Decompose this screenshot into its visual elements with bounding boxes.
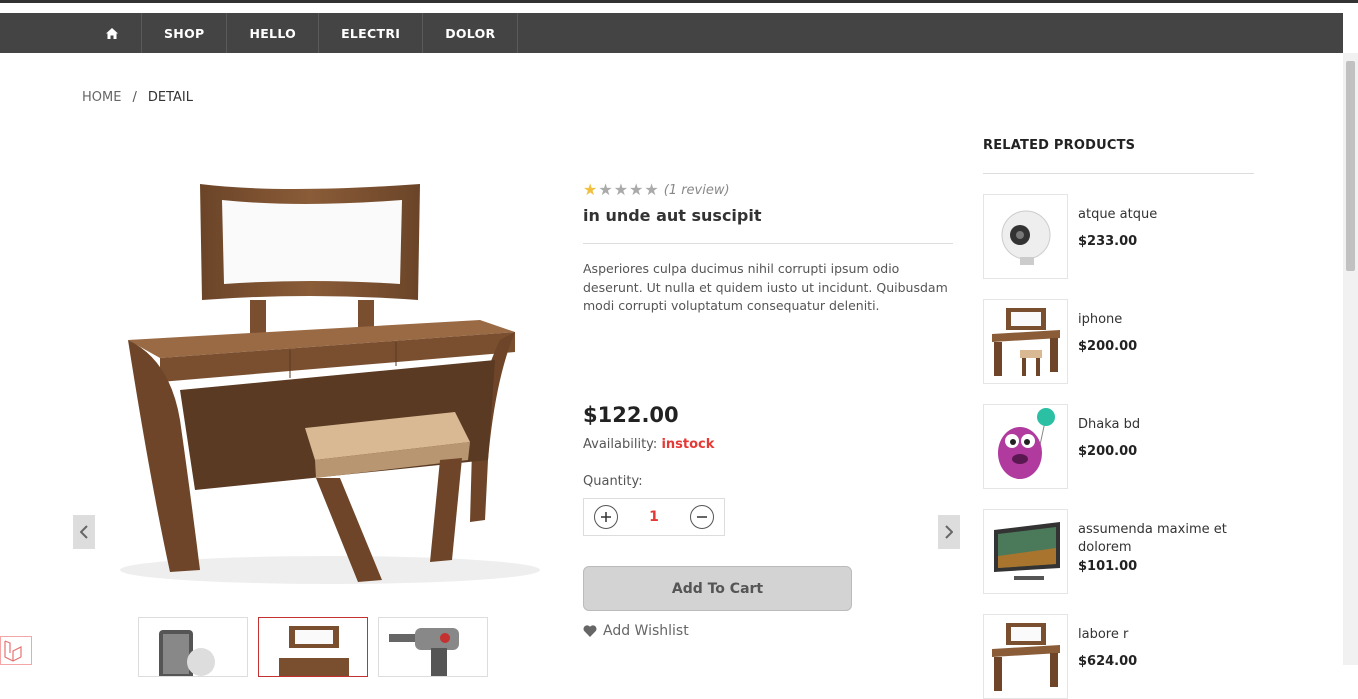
gallery-next-button[interactable]: [938, 515, 960, 549]
scrollbar-thumb[interactable]: [1346, 61, 1355, 271]
related-item-name[interactable]: atque atque: [1078, 206, 1248, 224]
page-scrollbar[interactable]: [1343, 53, 1358, 665]
nav-item-hello[interactable]: HELLO: [227, 13, 320, 53]
add-to-cart-button[interactable]: Add To Cart: [583, 566, 852, 611]
quantity-stepper: 1: [583, 498, 725, 536]
home-icon: [105, 27, 118, 39]
nav-item-shop[interactable]: SHOP: [142, 13, 228, 53]
product-main-image: [120, 184, 540, 584]
quantity-increase-button[interactable]: [594, 505, 618, 529]
review-count[interactable]: (1 review): [664, 183, 730, 198]
related-item[interactable]: Dhaka bd $200.00: [983, 404, 1254, 489]
dressing-table-image: [992, 308, 1060, 376]
chevron-right-icon: [945, 525, 953, 539]
main-nav: SHOP HELLO ELECTRI DOLOR: [0, 13, 1343, 53]
related-item-price: $233.00: [1078, 234, 1138, 249]
chevron-left-icon: [80, 525, 88, 539]
breadcrumb-current: DETAIL: [147, 90, 193, 105]
plus-icon: [601, 512, 611, 522]
nav-item-dolor[interactable]: DOLOR: [423, 13, 519, 53]
thumbnail-drill[interactable]: [378, 617, 488, 677]
drill-image: [389, 628, 459, 676]
minus-icon: [697, 516, 707, 518]
dressing-table-image: [279, 626, 349, 676]
top-border: [0, 0, 1358, 3]
thumbnail-dressing-table[interactable]: [258, 617, 368, 677]
nav-items: SHOP HELLO ELECTRI DOLOR: [82, 13, 519, 53]
rating: ★ ★ ★ ★ ★ (1 review): [583, 180, 953, 200]
product-description: Asperiores culpa ducimus nihil corrupti …: [583, 261, 948, 313]
dressing-table-image: [992, 623, 1060, 691]
star-icon: ★: [583, 180, 598, 199]
nav-item-electri[interactable]: ELECTRI: [319, 13, 424, 53]
divider: [583, 243, 953, 244]
star-icon: ★: [613, 180, 629, 199]
related-item-price: $200.00: [1078, 339, 1138, 354]
divider: [983, 173, 1254, 174]
related-item-name[interactable]: Dhaka bd: [1078, 416, 1248, 434]
add-wishlist-label: Add Wishlist: [603, 623, 689, 639]
nav-home[interactable]: [82, 13, 142, 53]
breadcrumb-separator: /: [132, 90, 137, 105]
quantity-decrease-button[interactable]: [690, 505, 714, 529]
availability: Availability: instock: [583, 437, 714, 452]
breadcrumb-home-link[interactable]: HOME: [82, 90, 121, 105]
gallery-prev-button[interactable]: [73, 515, 95, 549]
related-item-price: $101.00: [1078, 559, 1138, 574]
product-price: $122.00: [583, 403, 679, 427]
quantity-label: Quantity:: [583, 474, 643, 489]
related-item[interactable]: labore r $624.00: [983, 614, 1254, 699]
heart-icon: [583, 625, 597, 637]
camera-360-image: [1001, 210, 1051, 265]
product-title: in unde aut suscipit: [583, 206, 762, 225]
star-icon: ★: [644, 180, 659, 199]
related-item-price: $200.00: [1078, 444, 1138, 459]
thumbnail-strip: [138, 617, 488, 677]
related-item-name[interactable]: labore r: [1078, 626, 1248, 644]
related-item-name[interactable]: assumenda maxime et dolorem: [1078, 521, 1248, 557]
thumbnail-phone[interactable]: [138, 617, 248, 677]
related-item[interactable]: iphone $200.00: [983, 299, 1254, 384]
related-item-thumbnail[interactable]: [983, 194, 1068, 279]
related-item-name[interactable]: iphone: [1078, 311, 1248, 329]
quantity-value[interactable]: 1: [649, 509, 659, 525]
add-wishlist-link[interactable]: Add Wishlist: [583, 623, 689, 639]
laravel-debugbar-icon[interactable]: [0, 636, 32, 665]
tv-image: [994, 522, 1060, 580]
availability-label: Availability:: [583, 437, 658, 452]
related-item-thumbnail[interactable]: [983, 509, 1068, 594]
laravel-logo-icon: [4, 640, 22, 662]
product-details: ★ ★ ★ ★ ★ (1 review) in unde aut suscipi…: [583, 180, 953, 316]
phone-image: [159, 630, 215, 676]
breadcrumb: HOME / DETAIL: [82, 90, 193, 105]
related-item-thumbnail[interactable]: [983, 404, 1068, 489]
star-icon: ★: [598, 180, 613, 199]
availability-status: instock: [661, 437, 715, 452]
plush-toy-image: [998, 408, 1055, 479]
related-item[interactable]: assumenda maxime et dolorem $101.00: [983, 509, 1254, 594]
related-products-title: RELATED PRODUCTS: [983, 138, 1136, 153]
related-item-thumbnail[interactable]: [983, 614, 1068, 699]
related-item[interactable]: atque atque $233.00: [983, 194, 1254, 279]
star-icon: ★: [629, 180, 644, 199]
related-item-thumbnail[interactable]: [983, 299, 1068, 384]
related-item-price: $624.00: [1078, 654, 1138, 669]
